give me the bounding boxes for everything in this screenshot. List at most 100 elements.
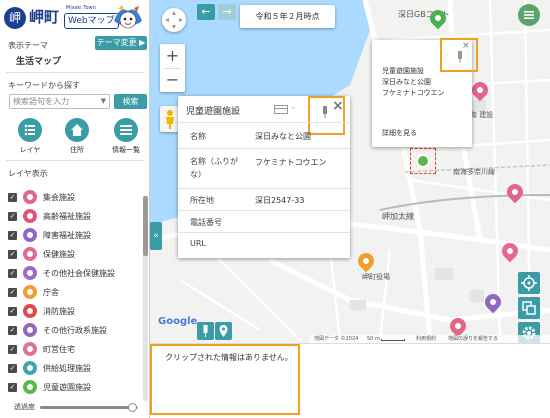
zoom-out-button[interactable]: −: [160, 68, 185, 92]
table-icon[interactable]: [274, 105, 288, 114]
layer-item-label: 庁舎: [43, 288, 59, 297]
copy-icon: [522, 301, 536, 315]
layer-item[interactable]: ✓ 消防施設: [8, 304, 140, 320]
theme-change-button[interactable]: テーマ変更 ▶: [95, 36, 147, 50]
pin-icon[interactable]: [321, 106, 329, 118]
menu-button[interactable]: [518, 4, 540, 26]
checkbox-checked-icon[interactable]: ✓: [8, 345, 17, 354]
layer-symbol-icon: [23, 285, 37, 299]
map-label-town-office: 岬町役場: [362, 273, 390, 281]
layer-item[interactable]: ✓ 障害福祉施設: [8, 228, 140, 244]
checkbox-checked-icon[interactable]: ✓: [8, 307, 17, 316]
detail-row-value: フケミナトコウエン: [255, 158, 327, 167]
layer-symbol-icon: [23, 361, 37, 375]
sidebar-collapse-button[interactable]: «: [150, 222, 162, 250]
checkbox-checked-icon[interactable]: ✓: [8, 231, 17, 240]
layer-item[interactable]: ✓ 児童遊園施設: [8, 380, 140, 396]
layer-item-label: 児童遊園施設: [43, 383, 91, 392]
layer-item-label: 高齢福祉施設: [43, 212, 91, 221]
checkbox-checked-icon[interactable]: ✓: [8, 250, 17, 259]
site-logo[interactable]: 岬 岬町 Misaki Town Webマップ: [4, 3, 144, 33]
copy-layers-button[interactable]: [518, 297, 540, 319]
divider: [6, 72, 144, 73]
checkbox-checked-icon[interactable]: ✓: [8, 288, 17, 297]
detail-row-value: 深日2547-33: [255, 196, 305, 205]
search-button[interactable]: 検索: [114, 94, 147, 109]
theme-label: 表示テーマ: [8, 41, 48, 50]
layer-item[interactable]: ✓ 町営住宅: [8, 342, 140, 358]
terms-link[interactable]: 利用規約: [416, 335, 436, 343]
opacity-slider[interactable]: [40, 403, 138, 412]
pegman-icon: [166, 110, 174, 129]
layer-list-icon: [18, 118, 42, 142]
minimize-icon[interactable]: -: [292, 103, 295, 113]
detail-popup-title: 児童遊園施設: [186, 107, 241, 117]
back-arrow-icon[interactable]: ←: [197, 4, 215, 20]
pin-icon[interactable]: [456, 51, 464, 63]
home-icon: [65, 118, 89, 142]
pin-marker-button[interactable]: [197, 322, 214, 340]
layer-symbol-icon: [23, 209, 37, 223]
layer-item[interactable]: ✓ 高齢福祉施設: [8, 209, 140, 225]
forward-arrow-icon[interactable]: →: [218, 4, 236, 20]
pin-highlight-frame: -: [440, 38, 478, 72]
layer-item-label: 町営住宅: [43, 345, 75, 354]
map-attribution: 地図データ ©2024 50 m 利用規約 地図の誤りを報告する: [310, 335, 550, 343]
pin-icon: [203, 325, 208, 337]
map-data-credit: 地図データ ©2024: [314, 336, 359, 342]
layer-item[interactable]: ✓ 集会施設: [8, 190, 140, 206]
logo-subtitle: Misaki Town: [66, 5, 96, 11]
opacity-label: 透過度: [14, 403, 35, 411]
layer-item[interactable]: ✓ その他行政系施設: [8, 323, 140, 339]
street-view-button[interactable]: [160, 106, 180, 132]
checkbox-checked-icon[interactable]: ✓: [8, 212, 17, 221]
address-tool-button[interactable]: 住所: [57, 118, 97, 155]
layer-item[interactable]: ✓ 供給処理施設: [8, 361, 140, 377]
current-location-button[interactable]: [518, 272, 540, 294]
checkbox-checked-icon[interactable]: ✓: [8, 383, 17, 392]
info-popup-kana: フケミナトコウエン: [382, 89, 445, 97]
opacity-slider-handle[interactable]: [128, 403, 138, 412]
layer-item[interactable]: ✓ その他社会保健施設: [8, 266, 140, 282]
layer-symbol-icon: [23, 190, 37, 204]
layer-scrollbar[interactable]: [143, 196, 148, 401]
checkbox-checked-icon[interactable]: ✓: [8, 364, 17, 373]
checkbox-checked-icon[interactable]: ✓: [8, 326, 17, 335]
logo-web-label: Webマップ: [64, 13, 119, 29]
close-icon[interactable]: ×: [332, 98, 344, 114]
list-tool-button[interactable]: 情報一覧: [106, 118, 146, 155]
chevron-down-icon[interactable]: ▼: [101, 95, 106, 108]
map-label-road: 岬加太線: [382, 212, 414, 221]
keyword-label: キーワードから探す: [8, 81, 80, 90]
layer-tool-button[interactable]: レイヤ: [10, 118, 50, 155]
layer-item-label: 保健施設: [43, 250, 75, 259]
clip-empty-message: クリップされた情報はありません。: [165, 353, 293, 362]
layer-item[interactable]: ✓ 保健施設: [8, 247, 140, 263]
detail-row: 電話番号: [178, 210, 350, 232]
compass-control[interactable]: [162, 8, 186, 32]
close-icon[interactable]: ×: [462, 41, 470, 51]
map-label-rail: 南海多奈川線: [453, 168, 495, 176]
layer-item[interactable]: ✓ 庁舎: [8, 285, 140, 301]
minimize-icon[interactable]: -: [446, 50, 449, 59]
detail-row: 所在地 深日2547-33: [178, 188, 350, 210]
location-marker-button[interactable]: [215, 322, 232, 340]
details-link[interactable]: 詳細を見る: [382, 128, 417, 138]
layer-item-label: 消防施設: [43, 307, 75, 316]
sidebar: 岬 岬町 Misaki Town Webマップ 表示テーマ テーマ変更 ▶ 生活…: [0, 0, 150, 418]
checkbox-checked-icon[interactable]: ✓: [8, 193, 17, 202]
scrollbar-thumb[interactable]: [143, 196, 148, 256]
compass-icon: [165, 11, 183, 29]
park-marker-icon[interactable]: [416, 154, 430, 168]
checkbox-checked-icon[interactable]: ✓: [8, 269, 17, 278]
keyword-input[interactable]: 検索語句を入力 ▼: [9, 94, 110, 109]
address-tool-label: 住所: [70, 146, 84, 154]
hamburger-icon: [524, 11, 534, 19]
zoom-in-button[interactable]: +: [160, 44, 185, 68]
keyword-placeholder: 検索語句を入力: [13, 97, 69, 106]
map-area[interactable]: 深日GBコート 南海多奈川線 岬加太線 岬町役場 南 建設 ← → 令和５年２月…: [150, 0, 550, 418]
report-error-link[interactable]: 地図の誤りを報告する: [448, 335, 498, 343]
detail-popup: 児童遊園施設 - × 名称 深日みなと公園 名称（ふりがな） フケミナトコウエン…: [178, 96, 350, 258]
map-label-construction: 南 建設: [470, 111, 494, 119]
layer-symbol-icon: [23, 380, 37, 394]
